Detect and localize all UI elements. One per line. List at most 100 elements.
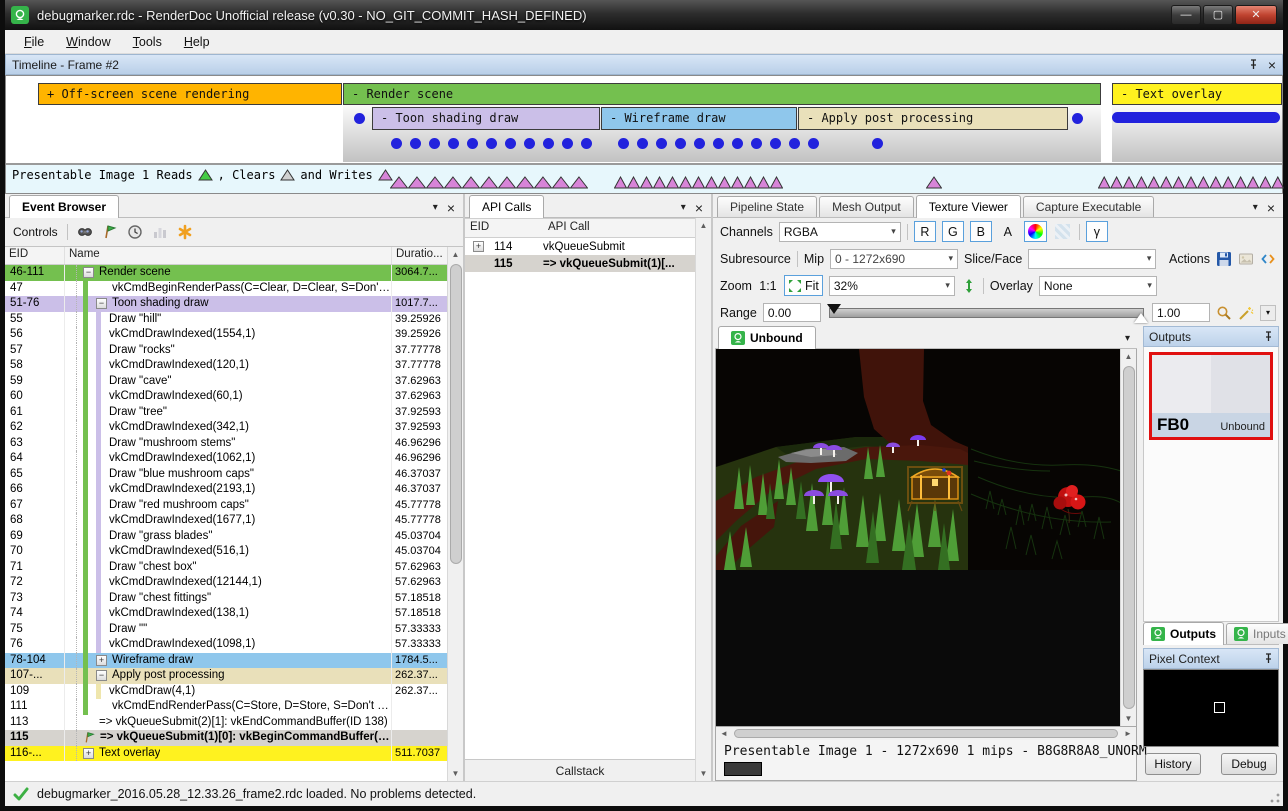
panel-menu-caret-icon[interactable]: ▾ — [433, 202, 438, 213]
event-row[interactable]: 75Draw ""57.33333 — [5, 622, 447, 638]
event-row[interactable]: 107-...−Apply post processing262.37... — [5, 668, 447, 684]
event-row[interactable]: 73Draw "chest fittings"57.18518 — [5, 591, 447, 607]
tab-pipeline-state[interactable]: Pipeline State — [717, 196, 817, 217]
panel-close-icon[interactable]: × — [1267, 203, 1275, 213]
tab-inputs[interactable]: Inputs — [1226, 623, 1288, 644]
event-row[interactable]: 70vkCmdDrawIndexed(516,1)45.03704 — [5, 544, 447, 560]
zoom-percent-select[interactable]: 32%▾ — [829, 276, 955, 296]
event-row[interactable]: 116-...+Text overlay511.7037 — [5, 746, 447, 762]
autorange-wand-icon[interactable] — [1238, 305, 1254, 321]
tab-api-calls[interactable]: API Calls — [469, 195, 544, 218]
timeline-event-dot[interactable] — [1072, 113, 1083, 124]
tab-outputs[interactable]: Outputs — [1143, 622, 1224, 645]
fit-button[interactable]: Fit — [784, 275, 823, 296]
timeline-bar-toon[interactable]: - Toon shading draw — [372, 107, 600, 130]
event-row[interactable]: 111vkCmdEndRenderPass(C=Store, D=Store, … — [5, 699, 447, 715]
api-calls-scrollbar[interactable]: ▲ ▼ — [695, 218, 711, 781]
event-row[interactable]: 55Draw "hill"39.25926 — [5, 312, 447, 328]
event-row[interactable]: 74vkCmdDrawIndexed(138,1)57.18518 — [5, 606, 447, 622]
maximize-button[interactable]: ▢ — [1203, 5, 1233, 25]
zoom-1to1-button[interactable]: 1:1 — [758, 275, 778, 296]
timeline-event-dot[interactable] — [872, 138, 883, 149]
timeline-bar-render-scene[interactable]: - Render scene — [343, 83, 1101, 105]
timeline-event-dot[interactable] — [732, 138, 743, 149]
event-row[interactable]: 64vkCmdDrawIndexed(1062,1)46.96296 — [5, 451, 447, 467]
timeline-event-dot[interactable] — [505, 138, 516, 149]
timeline-wireframe-dots[interactable] — [618, 138, 819, 149]
gamma-button[interactable]: γ — [1086, 221, 1108, 242]
find-icon[interactable] — [77, 224, 93, 240]
event-row[interactable]: 76vkCmdDrawIndexed(1098,1)57.33333 — [5, 637, 447, 653]
history-button[interactable]: History — [1145, 753, 1201, 775]
event-row[interactable]: 60vkCmdDrawIndexed(60,1)37.62963 — [5, 389, 447, 405]
timeline-bar-text-overlay[interactable]: - Text overlay — [1112, 83, 1282, 105]
timeline-event-dot[interactable] — [618, 138, 629, 149]
tab-texture-viewer[interactable]: Texture Viewer — [916, 195, 1021, 218]
collapse-toggle[interactable]: − — [83, 267, 94, 278]
range-options-caret[interactable]: ▾ — [1260, 305, 1276, 321]
timeline-event-dot[interactable] — [713, 138, 724, 149]
timeline-bar-postproc[interactable]: - Apply post processing — [798, 107, 1068, 130]
event-row[interactable]: 71Draw "chest box"57.62963 — [5, 560, 447, 576]
api-table-header[interactable]: EID API Call — [465, 218, 695, 238]
menu-help[interactable]: Help — [175, 32, 219, 52]
scroll-down-icon[interactable]: ▼ — [1121, 711, 1137, 726]
goto-flag-icon[interactable] — [102, 224, 118, 240]
channel-blue-button[interactable]: B — [970, 221, 992, 242]
slice-face-select[interactable]: ▾ — [1028, 249, 1156, 269]
event-row[interactable]: 113=> vkQueueSubmit(2)[1]: vkEndCommandB… — [5, 715, 447, 731]
range-black-handle[interactable] — [827, 304, 841, 314]
timeline-event-dot[interactable] — [354, 113, 365, 124]
fb0-thumbnail[interactable]: FB0 Unbound — [1149, 352, 1273, 440]
event-row[interactable]: 46-111−Render scene3064.7... — [5, 265, 447, 281]
event-row[interactable]: 72vkCmdDrawIndexed(12144,1)57.62963 — [5, 575, 447, 591]
timeline-event-dot[interactable] — [789, 138, 800, 149]
range-min-input[interactable]: 0.00 — [763, 303, 821, 322]
timeline-bar-wireframe[interactable]: - Wireframe draw — [601, 107, 797, 130]
event-row[interactable]: 68vkCmdDrawIndexed(1677,1)45.77778 — [5, 513, 447, 529]
bookmark-icon[interactable] — [177, 224, 193, 240]
menu-tools[interactable]: Tools — [124, 32, 171, 52]
timeline-event-dot[interactable] — [410, 138, 421, 149]
api-call-row[interactable]: 115=> vkQueueSubmit(1)[... — [465, 255, 695, 272]
api-call-row[interactable]: +114vkQueueSubmit — [465, 238, 695, 255]
overlay-select[interactable]: None▾ — [1039, 276, 1157, 296]
collapse-toggle[interactable]: − — [96, 298, 107, 309]
flip-vertical-icon[interactable] — [961, 278, 977, 294]
range-white-handle[interactable] — [1134, 313, 1148, 323]
range-max-input[interactable]: 1.00 — [1152, 303, 1210, 322]
timeline-track[interactable]: + Off-screen scene rendering - Render sc… — [6, 76, 1282, 164]
resize-grip[interactable] — [1269, 792, 1281, 804]
timeline-event-dot[interactable] — [675, 138, 686, 149]
time-icon[interactable] — [127, 224, 143, 240]
timeline-event-dot[interactable] — [562, 138, 573, 149]
menu-file[interactable]: File — [15, 32, 53, 52]
tab-unbound-texture[interactable]: Unbound — [718, 326, 816, 349]
event-row[interactable]: 57Draw "rocks"37.77778 — [5, 343, 447, 359]
colorwheel-button[interactable] — [1024, 221, 1047, 242]
scroll-right-icon[interactable]: ► — [1120, 726, 1136, 741]
timeline-event-dot[interactable] — [694, 138, 705, 149]
minimize-button[interactable]: — — [1171, 5, 1201, 25]
timeline-event-dot[interactable] — [543, 138, 554, 149]
event-table-header[interactable]: EID Name Duratio... — [5, 247, 447, 265]
collapse-toggle[interactable]: − — [96, 670, 107, 681]
expand-toggle[interactable]: + — [83, 748, 94, 759]
scroll-thumb[interactable] — [450, 264, 462, 564]
event-row[interactable]: 67Draw "red mushroom caps"45.77778 — [5, 498, 447, 514]
timeline-event-dot[interactable] — [467, 138, 478, 149]
timeline-postproc-dots[interactable] — [872, 138, 883, 149]
event-row[interactable]: 59Draw "cave"37.62963 — [5, 374, 447, 390]
event-row[interactable]: 47vkCmdBeginRenderPass(C=Clear, D=Clear,… — [5, 281, 447, 297]
pin-icon[interactable] — [1249, 59, 1258, 70]
channel-alpha-button[interactable]: A — [998, 221, 1018, 242]
usage-triangles-group2[interactable] — [614, 176, 783, 192]
timeline-text-overlay-events-bar[interactable] — [1112, 112, 1280, 123]
timeline-event-dot[interactable] — [808, 138, 819, 149]
channel-red-button[interactable]: R — [914, 221, 936, 242]
timeline-event-dot[interactable] — [448, 138, 459, 149]
panel-menu-caret-icon[interactable]: ▾ — [1253, 202, 1258, 213]
scroll-left-icon[interactable]: ◄ — [716, 726, 732, 741]
scroll-thumb[interactable] — [1123, 366, 1135, 709]
tab-mesh-output[interactable]: Mesh Output — [819, 196, 914, 217]
